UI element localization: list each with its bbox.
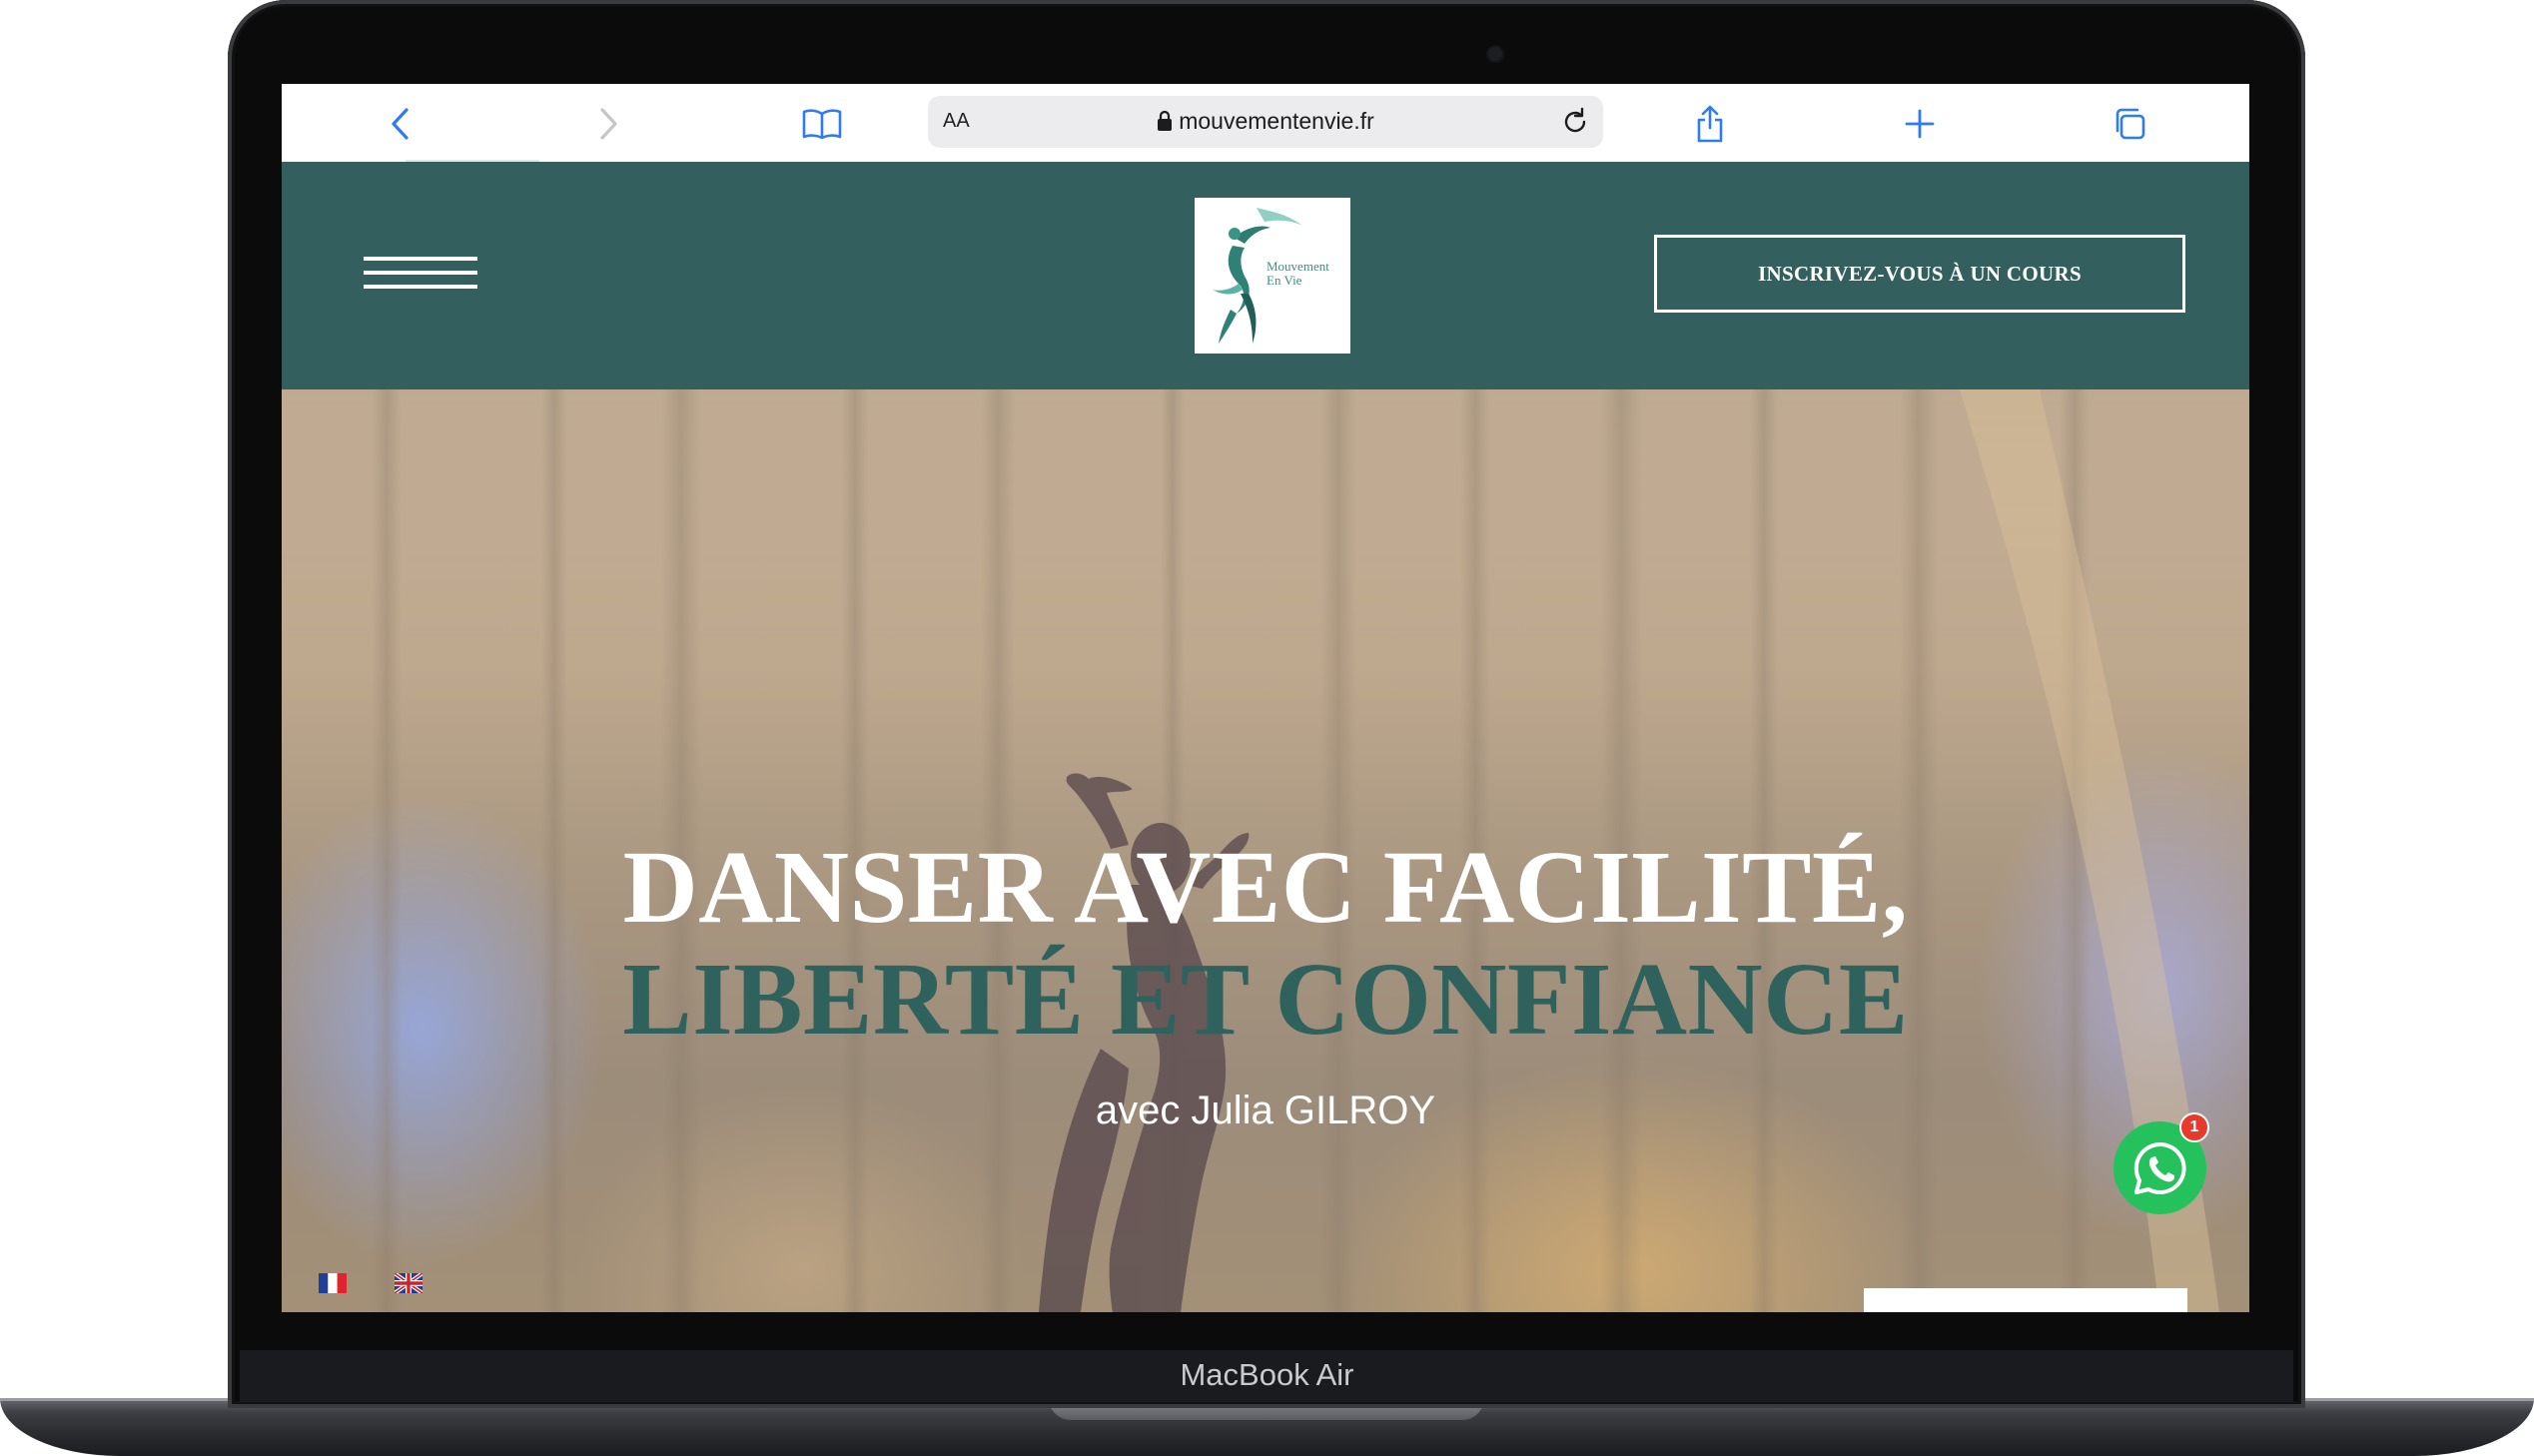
browser-toolbar: AA mouvementenvie.fr bbox=[282, 84, 2249, 163]
logo-line-2: En Vie bbox=[1267, 273, 1302, 288]
tabs-icon[interactable] bbox=[2108, 102, 2151, 146]
lock-icon bbox=[1157, 110, 1173, 138]
cookie-banner-tab[interactable] bbox=[1864, 1288, 2187, 1312]
url-display[interactable]: mouvementenvie.fr bbox=[928, 108, 1603, 138]
chevron-right-icon[interactable] bbox=[586, 102, 630, 146]
hero-section: DANSER AVEC FACILITÉ, LIBERTÉ ET CONFIAN… bbox=[282, 389, 2249, 1312]
hero-subtitle: avec Julia GILROY bbox=[1095, 1089, 1436, 1132]
laptop-mockup: MacBook Air AA mouvementenvie.fr Mouveme… bbox=[0, 0, 2534, 1456]
hero-title-line-1: DANSER AVEC FACILITÉ, bbox=[622, 830, 1909, 945]
chevron-left-icon[interactable] bbox=[379, 102, 422, 146]
menu-icon[interactable] bbox=[364, 257, 477, 297]
screen: AA mouvementenvie.fr Mouvement En Vie IN… bbox=[282, 84, 2249, 1312]
share-icon[interactable] bbox=[1688, 102, 1732, 146]
site-logo[interactable]: Mouvement En Vie bbox=[1195, 198, 1350, 354]
logo-line-1: Mouvement bbox=[1267, 259, 1329, 274]
book-icon[interactable] bbox=[800, 102, 844, 146]
whatsapp-icon bbox=[2133, 1141, 2186, 1194]
device-label: MacBook Air bbox=[1180, 1357, 1354, 1392]
logo-wordmark: Mouvement En Vie bbox=[1267, 260, 1329, 288]
reload-icon[interactable] bbox=[1559, 106, 1591, 143]
site-header: Mouvement En Vie INSCRIVEZ-VOUS À UN COU… bbox=[282, 162, 2249, 389]
plus-icon[interactable] bbox=[1898, 102, 1942, 146]
flag-uk-icon[interactable] bbox=[393, 1271, 424, 1295]
whatsapp-notification-badge: 1 bbox=[2179, 1112, 2209, 1142]
flag-france-icon[interactable] bbox=[319, 1273, 347, 1293]
url-text: mouvementenvie.fr bbox=[1179, 108, 1374, 134]
camera-icon bbox=[1488, 47, 1502, 61]
hero-title-line-2: LIBERTÉ ET CONFIANCE bbox=[622, 942, 1909, 1057]
address-bar[interactable]: AA mouvementenvie.fr bbox=[928, 96, 1603, 148]
signup-course-button[interactable]: INSCRIVEZ-VOUS À UN COURS bbox=[1654, 235, 2185, 313]
